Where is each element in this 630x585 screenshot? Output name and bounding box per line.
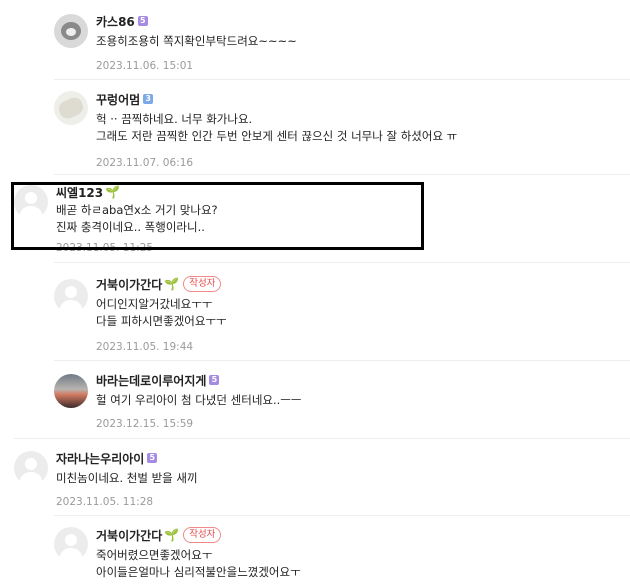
level-badge: 5	[147, 453, 158, 463]
level-badge: 5	[137, 16, 148, 26]
comment-text: 어디인지알거갔네요ㅜㅜ 다들 피하시면좋겠어요ㅜㅜ	[96, 297, 227, 328]
avatar[interactable]	[54, 374, 88, 408]
divider	[54, 262, 630, 263]
level-badge: 5	[209, 375, 220, 385]
nickname[interactable]: 바라는데로이루어지게	[96, 372, 206, 389]
avatar[interactable]	[54, 14, 88, 48]
level-badge: 3	[143, 94, 154, 104]
highlight-box	[11, 182, 424, 250]
avatar[interactable]	[54, 527, 88, 561]
avatar[interactable]	[14, 451, 48, 485]
nickname[interactable]: 꾸렁어멈	[96, 91, 140, 108]
comment-date: 2023.12.15. 15:59	[96, 418, 194, 430]
avatar[interactable]	[54, 279, 88, 313]
comment-date: 2023.11.07. 06:16	[96, 157, 194, 169]
writer-tag: 작성자	[183, 527, 222, 543]
nickname[interactable]: 자라나는우리아이	[56, 450, 144, 467]
divider	[54, 360, 630, 361]
writer-tag: 작성자	[183, 276, 222, 292]
nickname[interactable]: 거북이가간다	[96, 527, 162, 544]
divider	[14, 438, 630, 439]
comment-date: 2023.11.05. 19:44	[96, 341, 194, 353]
comment-date: 2023.11.06. 15:01	[96, 60, 194, 72]
nickname[interactable]: 거북이가간다	[96, 276, 162, 293]
divider	[54, 79, 630, 80]
divider	[54, 515, 630, 516]
comment-text: 헐 여기 우리아이 첨 다녔던 센터네요..ㅡㅡ	[96, 393, 302, 407]
comment-text: 헉 ·· 끔찍하네요. 너무 화가나요. 그래도 저란 끔찍한 인간 두번 안보…	[96, 112, 458, 143]
comment-text: 조용히조용히 쪽지확인부탁드려요~~~~	[96, 34, 297, 48]
sprout-icon: 🌱	[164, 528, 180, 542]
comment-text: 죽어버렸으면좋겠어요ㅜ 아이들은얼마나 심리적불안을느꼈겠어요ㅜ	[96, 548, 301, 579]
comment-text: 미친놈이네요. 천벌 받을 새끼	[56, 471, 198, 485]
avatar[interactable]	[54, 91, 88, 125]
divider	[54, 174, 630, 175]
sprout-icon: 🌱	[164, 277, 180, 291]
nickname[interactable]: 카스86	[96, 13, 135, 30]
comment-date: 2023.11.05. 11:28	[56, 496, 154, 508]
